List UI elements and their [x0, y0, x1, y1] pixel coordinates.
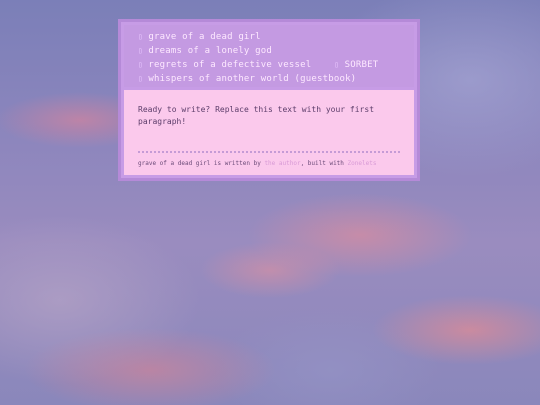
bullet-icon: ▯	[138, 32, 143, 41]
nav-row-1: ▯ grave of a dead girl	[138, 30, 414, 44]
author-link[interactable]: the author	[264, 160, 300, 167]
bullet-icon: ▯	[138, 46, 143, 55]
footer-prefix: grave of a dead girl is written by	[138, 160, 265, 167]
nav-link-sorbet[interactable]: SORBET	[345, 60, 379, 70]
nav-row-3: ▯ regrets of a defective vessel ▯ SORBET	[138, 58, 414, 72]
footer-credits: grave of a dead girl is written by the a…	[138, 160, 376, 167]
nav-row-2: ▯ dreams of a lonely god	[138, 44, 414, 58]
nav-row-4: ▯ whispers of another world (guestbook)	[138, 72, 414, 86]
footer-middle: , built with	[300, 160, 348, 167]
page-card: ▯ grave of a dead girl ▯ dreams of a lon…	[118, 19, 420, 181]
intro-paragraph: Ready to write? Replace this text with y…	[138, 105, 375, 126]
bullet-icon: ▯	[138, 60, 143, 69]
nav-link-dreams[interactable]: dreams of a lonely god	[148, 46, 272, 56]
zonelets-link[interactable]: Zonelets	[348, 160, 377, 167]
dotted-divider	[138, 151, 400, 153]
bullet-icon: ▯	[138, 74, 143, 83]
bullet-icon: ▯	[334, 60, 340, 69]
nav-link-guestbook[interactable]: whispers of another world (guestbook)	[148, 74, 356, 84]
header-nav: ▯ grave of a dead girl ▯ dreams of a lon…	[124, 25, 414, 87]
nav-link-grave[interactable]: grave of a dead girl	[148, 32, 260, 42]
nav-link-regrets[interactable]: regrets of a defective vessel	[148, 60, 311, 70]
main-content: Ready to write? Replace this text with y…	[124, 90, 414, 175]
